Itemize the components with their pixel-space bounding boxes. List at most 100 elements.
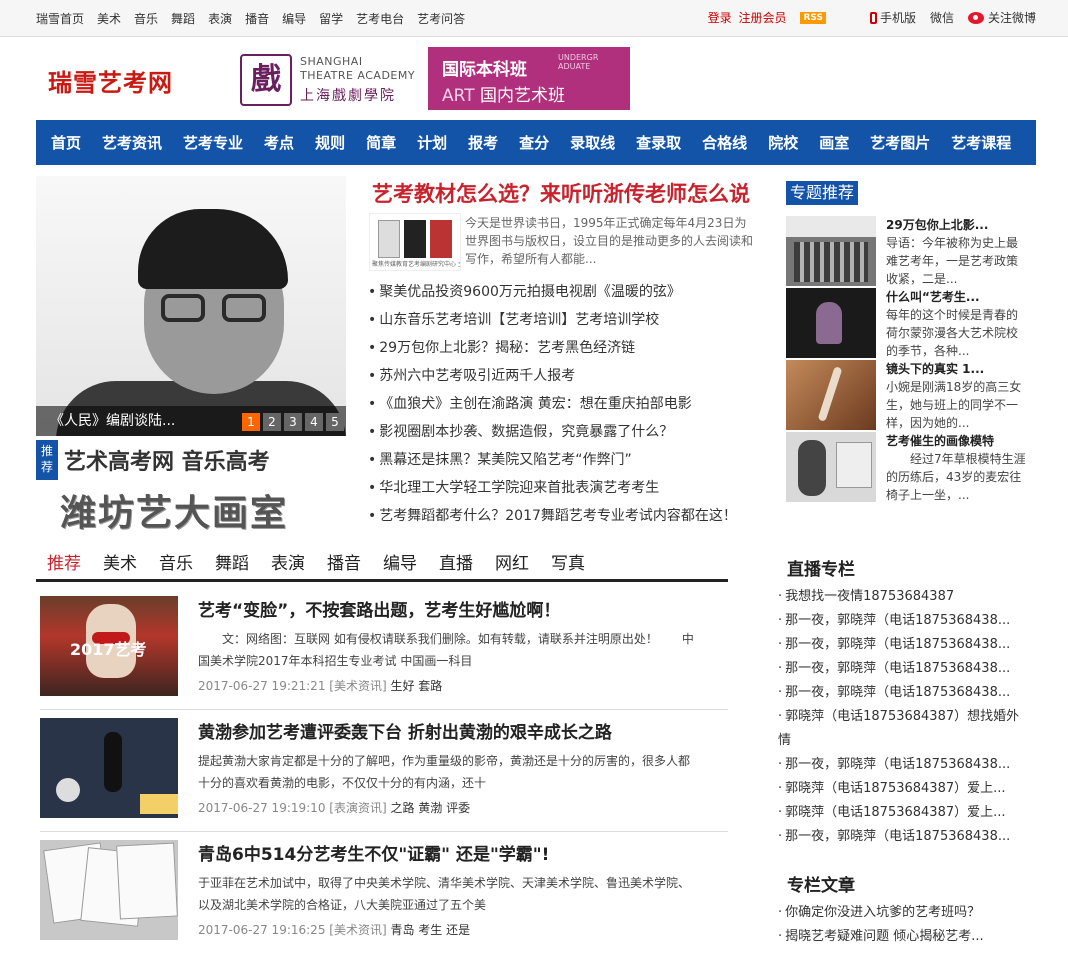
top-nav-art[interactable]: 美术: [97, 10, 121, 27]
news-list-item[interactable]: 29万包你上北影？揭秘：艺考黑色经济链: [368, 336, 748, 364]
column-list-item[interactable]: 揭晓艺考疑难问题 倾心揭秘艺考...: [778, 925, 1028, 949]
image-slider[interactable]: 《人民》编剧谈陆... 12345: [36, 176, 346, 436]
live-list-item[interactable]: 那一夜，郭晓萍（电话1875368438...: [778, 633, 1028, 657]
topic-item[interactable]: 镜头下的真实 1... 小婉是刚满18岁的高三女生，她与班上的同学不一样，因为她的…: [786, 360, 1026, 430]
slide-page-button[interactable]: 5: [326, 413, 344, 431]
top-nav-qa[interactable]: 艺考问答: [417, 10, 465, 27]
news-list-item[interactable]: 山东音乐艺考培训【艺考培训】艺考培训学校: [368, 308, 748, 336]
news-list-item[interactable]: 《血狼犬》主创在渝路演 黄宏：想在重庆拍部电影: [368, 392, 748, 420]
register-link[interactable]: 注册会员: [738, 11, 786, 25]
news-list-item[interactable]: 聚美优品投资9600万元拍摄电视剧《温暖的弦》: [368, 280, 748, 308]
live-list-item[interactable]: 郭晓萍（电话18753684387）想找婚外情: [778, 705, 1028, 753]
slide-page-button[interactable]: 1: [242, 413, 260, 431]
article-thumbnail[interactable]: [40, 718, 178, 818]
main-nav-item[interactable]: 画室: [819, 132, 849, 153]
article-title[interactable]: 黄渤参加艺考遭评委轰下台 折射出黄渤的艰辛成长之路: [198, 718, 612, 743]
article-title[interactable]: 艺考“变脸”，不按套路出题，艺考生好尴尬啊！: [198, 596, 560, 621]
main-nav-item[interactable]: 考点: [264, 132, 294, 153]
news-list-item[interactable]: 黑幕还是抹黑？某美院又陷艺考“作弊门”: [368, 448, 748, 476]
article-meta: 2017-06-27 19:16:25 [美术资讯] 青岛 考生 还是: [198, 923, 471, 937]
banner-ad-art-class[interactable]: 国际本科班 UNDERGR ADUATE ART 国内艺术班: [428, 47, 630, 110]
topic-item[interactable]: 29万包你上北影... 导语：今年被称为史上最难艺考年，一是艺考政策收紧，二是..…: [786, 216, 1026, 286]
article-item[interactable]: 青岛6中514分艺考生不仅"证霸" 还是"学霸"! 于亚菲在艺术加试中，取得了中…: [40, 840, 728, 944]
topic-item[interactable]: 什么叫“艺考生... 每年的这个时候是青春的荷尔蒙弥漫各大艺术院校的季节，各种..…: [786, 288, 1026, 358]
tab-category[interactable]: 音乐: [148, 550, 204, 579]
topic-thumbnail[interactable]: [786, 432, 876, 502]
article-thumbnail[interactable]: [40, 840, 178, 940]
main-nav-item[interactable]: 首页: [51, 132, 81, 153]
recommend-link-1[interactable]: 艺术高考网 音乐高考: [64, 444, 270, 476]
main-nav-item[interactable]: 查录取: [636, 132, 681, 153]
top-nav-study-abroad[interactable]: 留学: [319, 10, 343, 27]
slide-page-button[interactable]: 2: [263, 413, 281, 431]
main-nav-item[interactable]: 规则: [315, 132, 345, 153]
top-nav-music[interactable]: 音乐: [134, 10, 158, 27]
banner-ad-theatre-academy[interactable]: 戲 SHANGHAI THEATRE ACADEMY 上海戲劇學院: [238, 52, 426, 108]
headline-thumbnail[interactable]: 聚焦传媒教育艺考编剧研究中心 主编: [369, 213, 461, 271]
column-list-item[interactable]: 你确定你没进入坑爹的艺考班吗？: [778, 901, 1028, 925]
recommend-link-2[interactable]: 潍坊艺大画室: [60, 484, 288, 536]
login-link[interactable]: 登录: [708, 11, 732, 25]
tab-recommend[interactable]: 推荐: [36, 550, 92, 579]
site-logo[interactable]: 瑞雪艺考网: [48, 63, 173, 98]
live-list-item[interactable]: 郭晓萍（电话18753684387）爱上...: [778, 777, 1028, 801]
weibo-link[interactable]: 关注微博: [967, 9, 1036, 26]
main-nav-item[interactable]: 计划: [417, 132, 447, 153]
topic-item[interactable]: 艺考催生的画像模特 经过7年草根模特生涯的历练后，43岁的麦宏往椅子上一坐，..…: [786, 432, 1026, 502]
topic-thumbnail[interactable]: [786, 288, 876, 358]
top-right-links: 登录 注册会员 RSS 手机版 微信 关注微博: [708, 9, 1036, 26]
live-list-item[interactable]: 我想找一夜情18753684387: [778, 585, 1028, 609]
main-nav-item[interactable]: 简章: [366, 132, 396, 153]
tab-category[interactable]: 编导: [372, 550, 428, 579]
main-nav-item[interactable]: 录取线: [570, 132, 615, 153]
news-list-item[interactable]: 影视圈剧本抄袭、数据造假，究竟暴露了什么？: [368, 420, 748, 448]
main-nav-item[interactable]: 报考: [468, 132, 498, 153]
topic-title[interactable]: 29万包你上北影...: [886, 216, 988, 233]
tab-category[interactable]: 直播: [428, 550, 484, 579]
main-nav-item[interactable]: 艺考专业: [183, 132, 243, 153]
rss-icon[interactable]: RSS: [800, 11, 826, 24]
news-list-item[interactable]: 艺考舞蹈都考什么？2017舞蹈艺考专业考试内容都在这！: [368, 504, 748, 532]
headline-title[interactable]: 艺考教材怎么选？来听听浙传老师怎么说: [372, 178, 750, 208]
article-item[interactable]: 2017艺考 艺考“变脸”，不按套路出题，艺考生好尴尬啊！ 文：网络图：互联网 …: [40, 596, 728, 700]
main-nav-item[interactable]: 查分: [519, 132, 549, 153]
main-nav-item[interactable]: 艺考课程: [951, 132, 1011, 153]
tab-category[interactable]: 表演: [260, 550, 316, 579]
main-nav-item[interactable]: 院校: [768, 132, 798, 153]
slide-page-button[interactable]: 4: [305, 413, 323, 431]
main-nav-item[interactable]: 合格线: [702, 132, 747, 153]
tab-category[interactable]: 写真: [540, 550, 596, 579]
slide-page-button[interactable]: 3: [284, 413, 302, 431]
article-title[interactable]: 青岛6中514分艺考生不仅"证霸" 还是"学霸"!: [198, 840, 549, 865]
top-nav-acting[interactable]: 表演: [208, 10, 232, 27]
tab-category[interactable]: 网红: [484, 550, 540, 579]
top-nav-radio[interactable]: 艺考电台: [356, 10, 404, 27]
live-list-item[interactable]: 那一夜，郭晓萍（电话1875368438...: [778, 753, 1028, 777]
live-list-item[interactable]: 那一夜，郭晓萍（电话1875368438...: [778, 657, 1028, 681]
topic-title[interactable]: 艺考催生的画像模特: [886, 432, 994, 449]
topic-title[interactable]: 什么叫“艺考生...: [886, 288, 980, 305]
topic-title[interactable]: 镜头下的真实 1...: [886, 360, 984, 377]
live-list-item[interactable]: 那一夜，郭晓萍（电话1875368438...: [778, 825, 1028, 849]
tab-category[interactable]: 美术: [92, 550, 148, 579]
main-nav-item[interactable]: 艺考资讯: [102, 132, 162, 153]
wechat-link[interactable]: 微信: [930, 9, 954, 26]
live-list-item[interactable]: 那一夜，郭晓萍（电话1875368438...: [778, 681, 1028, 705]
mobile-link[interactable]: 手机版: [869, 9, 916, 26]
article-thumbnail[interactable]: 2017艺考: [40, 596, 178, 696]
main-nav-item[interactable]: 艺考图片: [870, 132, 930, 153]
live-list-item[interactable]: 那一夜，郭晓萍（电话1875368438...: [778, 609, 1028, 633]
top-nav-directing[interactable]: 编导: [282, 10, 306, 27]
article-item[interactable]: 黄渤参加艺考遭评委轰下台 折射出黄渤的艰辛成长之路 提起黄渤大家肯定都是十分的了…: [40, 718, 728, 822]
top-nav-dance[interactable]: 舞蹈: [171, 10, 195, 27]
top-nav-broadcast[interactable]: 播音: [245, 10, 269, 27]
news-list-item[interactable]: 华北理工大学轻工学院迎来首批表演艺考考生: [368, 476, 748, 504]
topic-thumbnail[interactable]: [786, 216, 876, 286]
top-nav-home[interactable]: 瑞雪首页: [36, 10, 84, 27]
news-list-item[interactable]: 苏州六中艺考吸引近两千人报考: [368, 364, 748, 392]
tab-category[interactable]: 舞蹈: [204, 550, 260, 579]
live-list-item[interactable]: 郭晓萍（电话18753684387）爱上...: [778, 801, 1028, 825]
tab-category[interactable]: 播音: [316, 550, 372, 579]
article-summary: 于亚菲在艺术加试中，取得了中央美术学院、清华美术学院、天津美术学院、鲁迅美术学院…: [198, 876, 691, 912]
topic-thumbnail[interactable]: [786, 360, 876, 430]
